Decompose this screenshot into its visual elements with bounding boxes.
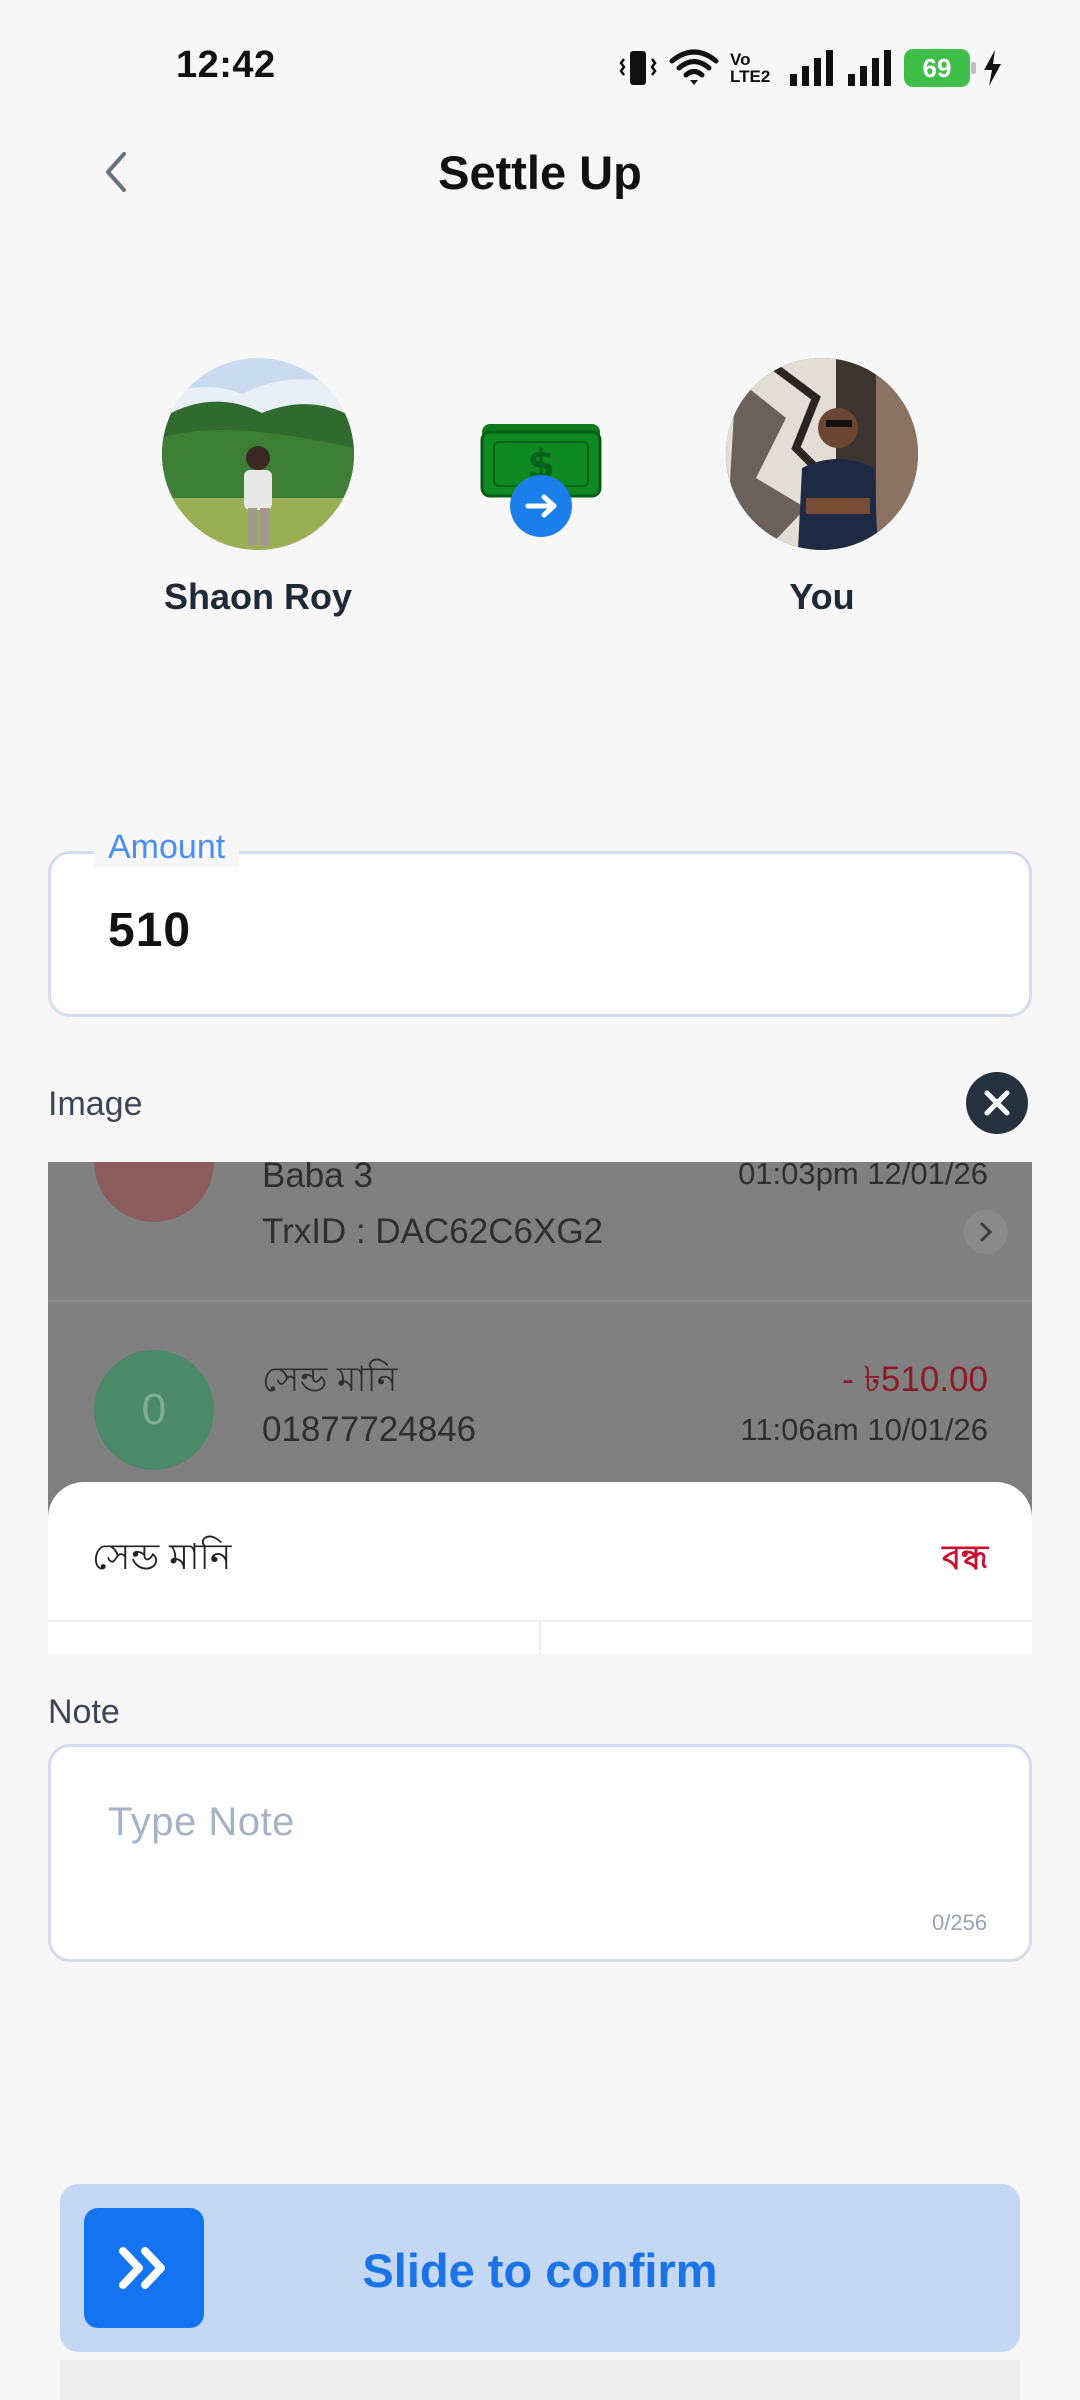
volte-badge: Vo LTE2 bbox=[730, 50, 771, 86]
money-transfer-icon: $ bbox=[478, 418, 604, 540]
note-label: Note bbox=[48, 1693, 120, 1731]
close-icon bbox=[984, 1090, 1010, 1116]
remove-image-button[interactable] bbox=[966, 1072, 1028, 1134]
amount-label: Amount bbox=[94, 828, 240, 867]
sheet-title: সেন্ড মানি bbox=[92, 1536, 232, 1577]
note-input-placeholder[interactable]: Type Note bbox=[108, 1800, 295, 1845]
bottom-strip bbox=[60, 2360, 1020, 2400]
attachment-sheet: সেন্ড মানি বন্ধ bbox=[48, 1482, 1032, 1654]
status-icons: Vo LTE2 69 bbox=[618, 44, 1004, 92]
payer-name: Shaon Roy bbox=[163, 576, 352, 617]
attached-image: Baba 3 01:03pm 12/01/26 TrxID : DAC62C6X… bbox=[48, 1162, 1032, 1654]
vibrate-icon bbox=[619, 51, 657, 85]
payee-avatar bbox=[726, 358, 918, 550]
row2-number: 01877724846 bbox=[262, 1410, 477, 1449]
payer-avatar bbox=[162, 358, 354, 550]
row-divider bbox=[48, 1300, 1032, 1302]
signal-icon bbox=[848, 50, 891, 86]
amount-input[interactable]: 510 bbox=[108, 903, 191, 958]
note-char-counter: 0/256 bbox=[932, 1910, 988, 1935]
row1-title: Baba 3 bbox=[262, 1162, 373, 1195]
row2-title: সেন্ড মানি bbox=[262, 1360, 398, 1399]
row1-chevron bbox=[964, 1210, 1008, 1254]
sheet-close-label: বন্ধ bbox=[942, 1539, 988, 1577]
row1-trxid: TrxID : DAC62C6XG2 bbox=[262, 1212, 604, 1251]
note-field[interactable] bbox=[48, 1744, 1032, 1962]
slide-to-confirm-label: Slide to confirm bbox=[362, 2244, 718, 2297]
sheet-vertical-divider bbox=[539, 1622, 541, 1654]
wifi-icon bbox=[669, 49, 719, 85]
battery-icon: 69 bbox=[904, 49, 976, 87]
signal-icon bbox=[790, 50, 833, 86]
status-time: 12:42 bbox=[176, 44, 276, 86]
charging-icon bbox=[984, 50, 1001, 86]
row2-amount: - ৳510.00 bbox=[842, 1360, 988, 1399]
chevron-right-icon bbox=[980, 1222, 993, 1242]
slide-to-confirm-handle[interactable] bbox=[84, 2208, 204, 2328]
image-label: Image bbox=[48, 1085, 143, 1123]
row1-time: 01:03pm 12/01/26 bbox=[738, 1162, 988, 1191]
page-title: Settle Up bbox=[438, 146, 642, 199]
amount-field[interactable] bbox=[48, 851, 1032, 1017]
payee-name: You bbox=[789, 576, 855, 617]
row1-avatar bbox=[94, 1162, 214, 1222]
row2-avatar: 0 bbox=[94, 1350, 214, 1470]
row2-time: 11:06am 10/01/26 bbox=[740, 1412, 988, 1447]
double-chevron-right-icon bbox=[119, 2247, 165, 2289]
